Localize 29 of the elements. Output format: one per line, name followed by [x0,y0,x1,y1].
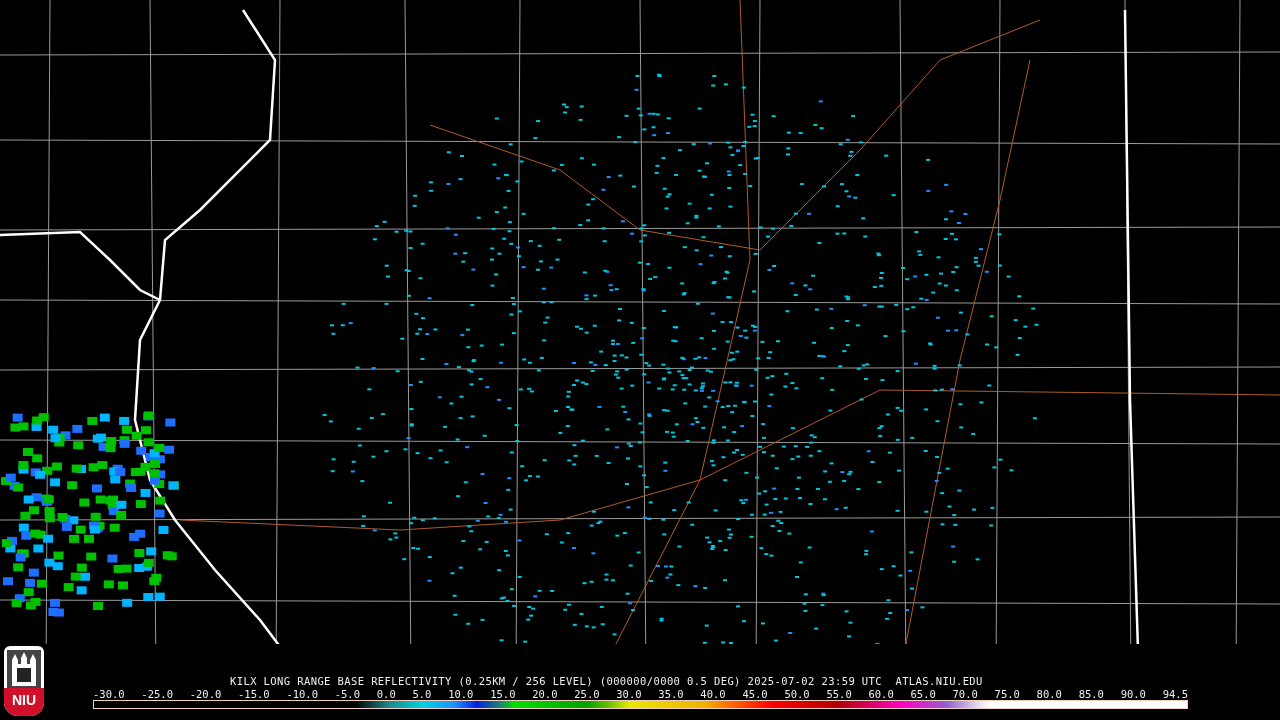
scale-label: -10.0 [286,688,318,700]
scale-label: 65.0 [910,688,936,700]
scale-label: 20.0 [532,688,558,700]
tower-icon [7,650,41,688]
scale-label: 45.0 [742,688,768,700]
scale-label: 60.0 [868,688,894,700]
scale-label: 55.0 [826,688,852,700]
scale-label: 0.0 [376,688,396,700]
map-caption: KILX LONG RANGE BASE REFLECTIVITY (0.25KM / 256 LEVEL) (000000/0000 0.5 DEG) 2025-07-02 23:59 UTC ATLAS.NIU.EDU [229,675,984,688]
scale-label: 25.0 [574,688,600,700]
logo-text: NIU [4,688,44,716]
scale-label: 75.0 [994,688,1020,700]
scale-label: 94.5 [1162,688,1188,700]
scale-label: 40.0 [700,688,726,700]
scale-label: -25.0 [141,688,173,700]
scale-label: 15.0 [490,688,516,700]
scale-label: 85.0 [1078,688,1104,700]
scale-label: -15.0 [238,688,270,700]
scale-label: 5.0 [412,688,432,700]
scale-label: -20.0 [189,688,222,700]
scale-label: 30.0 [616,688,642,700]
scale-label: 35.0 [658,688,684,700]
scale-label: 70.0 [952,688,978,700]
scale-label: 80.0 [1036,688,1062,700]
scale-label: 10.0 [448,688,474,700]
scale-label: -5.0 [334,688,360,700]
scale-label: 90.0 [1120,688,1146,700]
scale-label: 50.0 [784,688,810,700]
scale-label: -30.0 [93,688,125,700]
